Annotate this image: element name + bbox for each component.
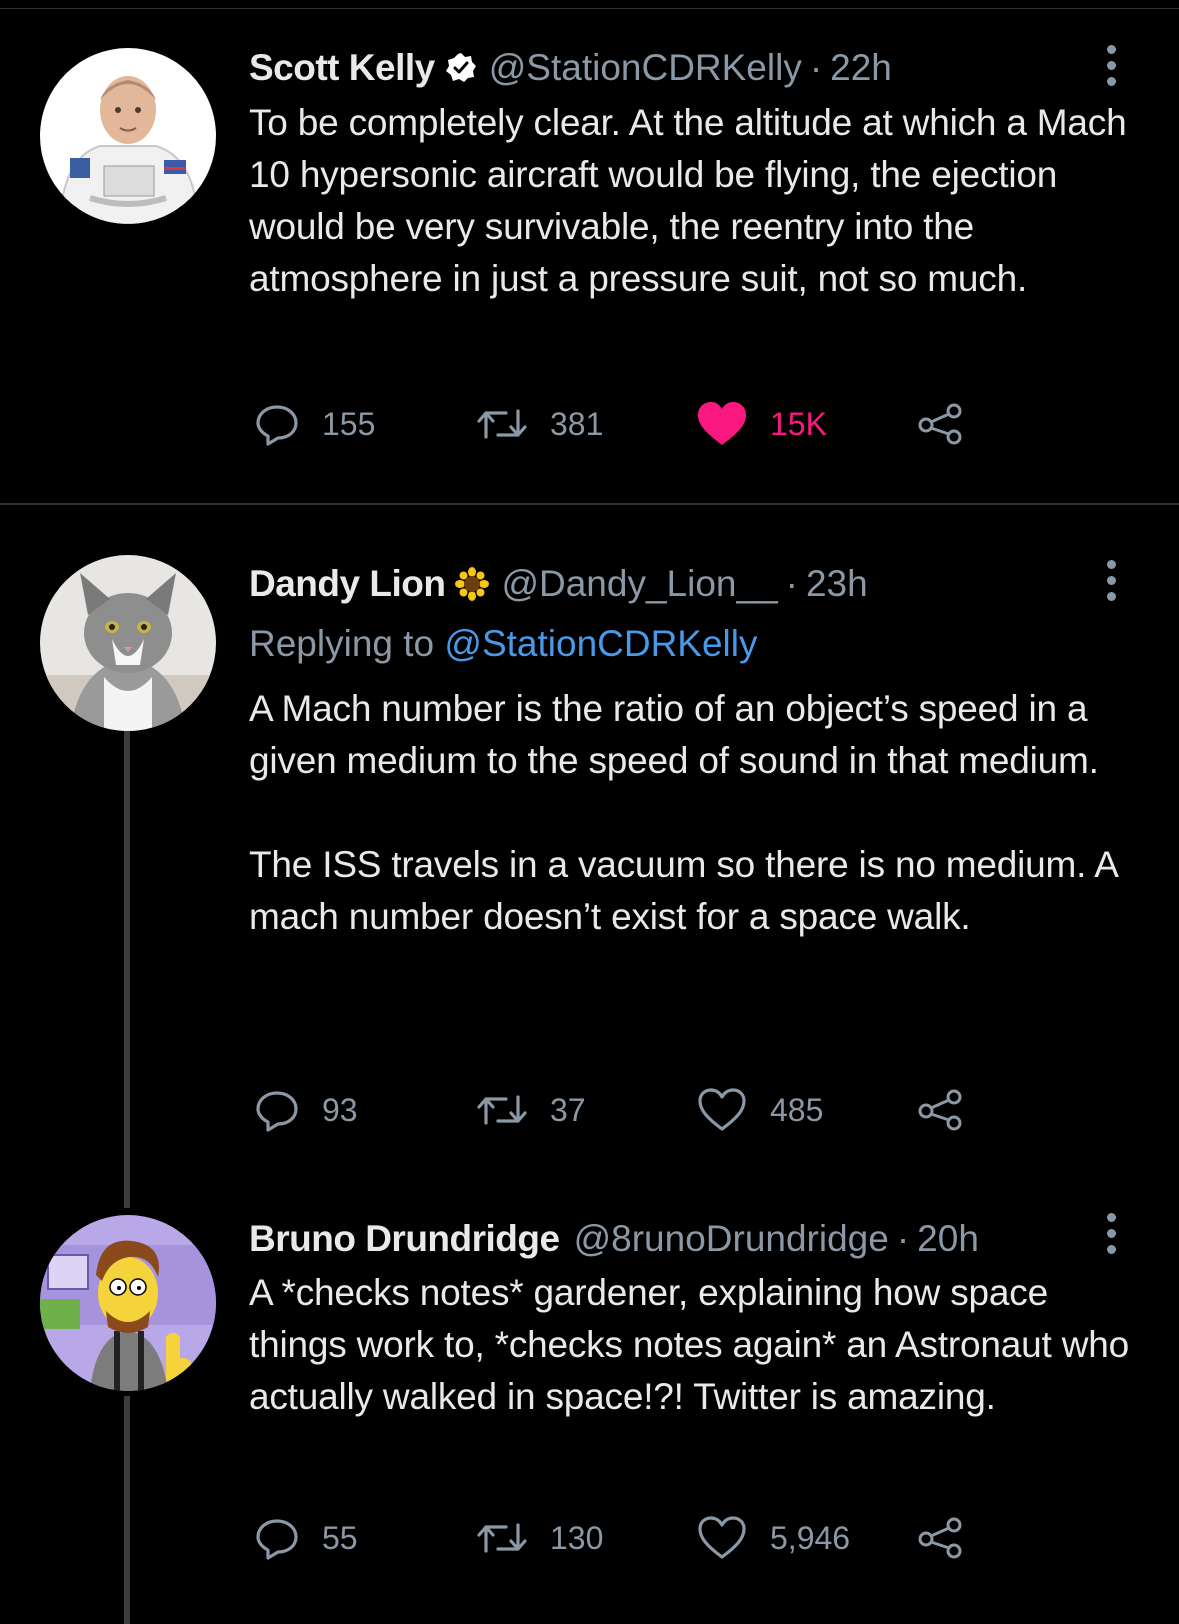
like-count: 15K	[770, 405, 827, 442]
thread-connector-line	[124, 1396, 130, 1624]
verified-icon	[445, 52, 477, 84]
reply-icon	[254, 1087, 300, 1133]
retweet-icon	[476, 1087, 528, 1133]
replying-to-label: Replying to	[249, 623, 435, 664]
like-button[interactable]: 15K	[696, 396, 827, 452]
sunflower-icon	[455, 567, 490, 601]
like-button[interactable]: 5,946	[696, 1510, 850, 1566]
author-name[interactable]: Bruno Drundridge	[249, 1218, 560, 1260]
tweet-timestamp[interactable]: 22h	[830, 47, 892, 89]
action-bar: 93 37 485	[254, 1082, 1014, 1138]
tweet-text: A Mach number is the ratio of an object’…	[249, 683, 1149, 943]
reply-button[interactable]: 155	[254, 396, 375, 452]
reply-icon	[254, 401, 300, 447]
thread-connector-line	[124, 728, 130, 1208]
share-button[interactable]	[916, 1510, 966, 1566]
retweet-count: 381	[550, 405, 604, 442]
avatar-bruno-drundridge[interactable]	[40, 1215, 216, 1391]
separator-dot: ·	[896, 1218, 910, 1259]
reply-count: 155	[322, 405, 376, 442]
tweet-paragraph: To be completely clear. At the altitude …	[249, 102, 1127, 299]
action-bar: 155 381 15K	[254, 396, 1014, 452]
retweet-count: 130	[550, 1519, 604, 1556]
author-handle[interactable]: @Dandy_Lion__	[501, 563, 777, 605]
heart-icon	[696, 1087, 748, 1133]
replying-to-line: Replying to @StationCDRKelly	[249, 623, 758, 665]
heart-icon	[696, 401, 748, 447]
reply-button[interactable]: 55	[254, 1510, 358, 1566]
share-button[interactable]	[916, 1082, 966, 1138]
tweet-paragraph: The ISS travels in a vacuum so there is …	[249, 844, 1117, 937]
tweet-timestamp[interactable]: 20h	[917, 1218, 979, 1260]
tweet-header: Scott Kelly @StationCDRKelly · 22h	[249, 42, 892, 94]
top-separator	[0, 8, 1179, 9]
tweet-divider	[0, 503, 1179, 505]
tweet-header: Bruno Drundridge @8runoDrundridge · 20h	[249, 1213, 979, 1265]
like-count: 485	[770, 1091, 824, 1128]
retweet-button[interactable]: 37	[476, 1082, 586, 1138]
more-options-icon[interactable]	[1103, 45, 1119, 86]
author-name[interactable]: Dandy Lion	[249, 563, 446, 605]
tweet-paragraph: A *checks notes* gardener, explaining ho…	[249, 1272, 1129, 1417]
action-bar: 55 130 5,946	[254, 1510, 1014, 1566]
reply-icon	[254, 1515, 300, 1561]
tweet-text: A *checks notes* gardener, explaining ho…	[249, 1267, 1149, 1423]
author-handle[interactable]: @StationCDRKelly	[489, 47, 802, 89]
reply-count: 55	[322, 1519, 358, 1556]
author-name[interactable]: Scott Kelly	[249, 47, 435, 89]
like-button[interactable]: 485	[696, 1082, 823, 1138]
share-icon	[916, 401, 966, 447]
tweet-timestamp[interactable]: 23h	[806, 563, 868, 605]
retweet-icon	[476, 1515, 528, 1561]
share-icon	[916, 1515, 966, 1561]
heart-icon	[696, 1515, 748, 1561]
author-handle[interactable]: @8runoDrundridge	[574, 1218, 889, 1260]
share-icon	[916, 1087, 966, 1133]
tweet-text: To be completely clear. At the altitude …	[249, 97, 1149, 305]
replying-to-mention[interactable]: @StationCDRKelly	[444, 623, 757, 664]
share-button[interactable]	[916, 396, 966, 452]
retweet-count: 37	[550, 1091, 586, 1128]
tweet-header: Dandy Lion @Dandy_Lion__ · 23h	[249, 558, 868, 610]
avatar-dandy-lion[interactable]	[40, 555, 216, 731]
separator-dot: ·	[809, 47, 823, 88]
more-options-icon[interactable]	[1103, 1213, 1119, 1254]
avatar-scott-kelly[interactable]	[40, 48, 216, 224]
separator-dot: ·	[785, 563, 798, 604]
like-count: 5,946	[770, 1519, 851, 1556]
retweet-button[interactable]: 381	[476, 396, 603, 452]
retweet-button[interactable]: 130	[476, 1510, 603, 1566]
reply-count: 93	[322, 1091, 358, 1128]
reply-button[interactable]: 93	[254, 1082, 358, 1138]
more-options-icon[interactable]	[1103, 560, 1119, 601]
retweet-icon	[476, 401, 528, 447]
tweet-paragraph: A Mach number is the ratio of an object’…	[249, 688, 1099, 781]
